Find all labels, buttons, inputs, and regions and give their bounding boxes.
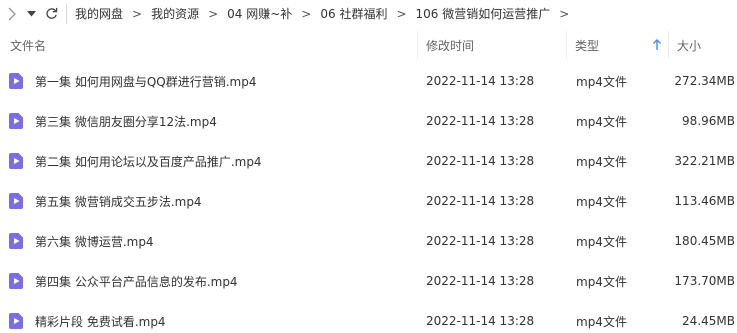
video-file-icon bbox=[9, 73, 23, 89]
file-modified-time: 2022-11-14 13:28 bbox=[426, 194, 535, 208]
toolbar: 我的网盘 > 我的资源 > 04 网赚~补 > 06 社群福利 > 106 微营… bbox=[0, 0, 737, 27]
file-icon-cell bbox=[9, 221, 23, 261]
file-type: mp4文件 bbox=[576, 314, 627, 329]
column-header-size[interactable]: 大小 bbox=[677, 31, 735, 59]
column-header: 文件名 修改时间 类型 大小 bbox=[0, 31, 737, 59]
file-row[interactable]: 第五集 微营销成交五步法.mp4 2022-11-14 13:28 mp4文件 … bbox=[0, 181, 737, 221]
file-row[interactable]: 第四集 公众平台产品信息的发布.mp4 2022-11-14 13:28 mp4… bbox=[0, 261, 737, 301]
file-size: 322.21MB bbox=[674, 154, 735, 168]
file-row[interactable]: 第二集 如何用论坛以及百度产品推广.mp4 2022-11-14 13:28 m… bbox=[0, 141, 737, 181]
file-row[interactable]: 第三集 微信朋友圈分享12法.mp4 2022-11-14 13:28 mp4文… bbox=[0, 101, 737, 141]
file-icon-cell bbox=[9, 301, 23, 333]
file-name[interactable]: 第三集 微信朋友圈分享12法.mp4 bbox=[35, 101, 217, 141]
file-icon-cell bbox=[9, 101, 23, 141]
file-name[interactable]: 精彩片段 免费试看.mp4 bbox=[35, 301, 166, 333]
file-modified-time: 2022-11-14 13:28 bbox=[426, 274, 535, 288]
refresh-icon bbox=[45, 7, 57, 19]
breadcrumb-item[interactable]: 我的资源 bbox=[151, 5, 199, 22]
breadcrumb-separator: > bbox=[132, 6, 143, 21]
file-name[interactable]: 第四集 公众平台产品信息的发布.mp4 bbox=[35, 261, 238, 301]
file-type: mp4文件 bbox=[576, 74, 627, 89]
breadcrumb-item-current[interactable]: 106 微营销如何运营推广 bbox=[416, 5, 551, 22]
file-modified-time: 2022-11-14 13:28 bbox=[426, 234, 535, 248]
video-file-icon bbox=[9, 153, 23, 169]
caret-down-icon bbox=[26, 10, 36, 16]
file-icon-cell bbox=[9, 61, 23, 101]
breadcrumb-separator: > bbox=[396, 6, 407, 21]
file-type: mp4文件 bbox=[576, 234, 627, 249]
file-type: mp4文件 bbox=[576, 274, 627, 289]
file-size: 24.45MB bbox=[682, 314, 735, 328]
video-file-icon bbox=[9, 233, 23, 249]
chevron-right-icon bbox=[8, 7, 16, 20]
breadcrumb-item[interactable]: 06 社群福利 bbox=[320, 5, 387, 22]
column-header-time[interactable]: 修改时间 bbox=[426, 31, 566, 59]
file-row[interactable]: 精彩片段 免费试看.mp4 2022-11-14 13:28 mp4文件 24.… bbox=[0, 301, 737, 333]
column-divider[interactable] bbox=[417, 31, 418, 59]
file-modified-time: 2022-11-14 13:28 bbox=[426, 114, 535, 128]
file-list: 第一集 如何用网盘与QQ群进行营销.mp4 2022-11-14 13:28 m… bbox=[0, 61, 737, 333]
file-modified-time: 2022-11-14 13:28 bbox=[426, 74, 535, 88]
file-type: mp4文件 bbox=[576, 114, 627, 129]
file-row[interactable]: 第六集 微博运营.mp4 2022-11-14 13:28 mp4文件 180.… bbox=[0, 221, 737, 261]
file-name[interactable]: 第一集 如何用网盘与QQ群进行营销.mp4 bbox=[35, 61, 256, 101]
breadcrumb-item[interactable]: 04 网赚~补 bbox=[227, 5, 292, 22]
file-size: 98.96MB bbox=[682, 114, 735, 128]
refresh-button[interactable] bbox=[40, 4, 62, 24]
file-name[interactable]: 第二集 如何用论坛以及百度产品推广.mp4 bbox=[35, 141, 262, 181]
file-modified-time: 2022-11-14 13:28 bbox=[426, 314, 535, 328]
breadcrumb-separator: > bbox=[301, 6, 312, 21]
column-divider[interactable] bbox=[668, 31, 669, 59]
file-name[interactable]: 第六集 微博运营.mp4 bbox=[35, 221, 154, 261]
video-file-icon bbox=[9, 313, 23, 329]
file-icon-cell bbox=[9, 141, 23, 181]
arrow-up-icon[interactable] bbox=[652, 39, 662, 51]
file-size: 173.70MB bbox=[674, 274, 735, 288]
video-file-icon bbox=[9, 273, 23, 289]
breadcrumb-separator: > bbox=[208, 6, 219, 21]
breadcrumb-separator[interactable]: > bbox=[559, 7, 569, 21]
file-name[interactable]: 第五集 微营销成交五步法.mp4 bbox=[35, 181, 202, 221]
file-modified-time: 2022-11-14 13:28 bbox=[426, 154, 535, 168]
file-icon-cell bbox=[9, 261, 23, 301]
file-size: 272.34MB bbox=[674, 74, 735, 88]
file-size: 113.46MB bbox=[674, 194, 735, 208]
video-file-icon bbox=[9, 193, 23, 209]
file-size: 180.45MB bbox=[674, 234, 735, 248]
history-dropdown-button[interactable] bbox=[22, 4, 40, 24]
forward-button[interactable] bbox=[2, 4, 22, 24]
column-header-name[interactable]: 文件名 bbox=[10, 31, 410, 59]
column-divider[interactable] bbox=[566, 31, 567, 59]
toolbar-divider bbox=[66, 3, 67, 24]
breadcrumb: 我的网盘 > 我的资源 > 04 网赚~补 > 06 社群福利 > 106 微营… bbox=[75, 5, 578, 22]
file-type: mp4文件 bbox=[576, 194, 627, 209]
video-file-icon bbox=[9, 113, 23, 129]
file-icon-cell bbox=[9, 181, 23, 221]
breadcrumb-item[interactable]: 我的网盘 bbox=[75, 5, 123, 22]
file-row[interactable]: 第一集 如何用网盘与QQ群进行营销.mp4 2022-11-14 13:28 m… bbox=[0, 61, 737, 101]
file-type: mp4文件 bbox=[576, 154, 627, 169]
